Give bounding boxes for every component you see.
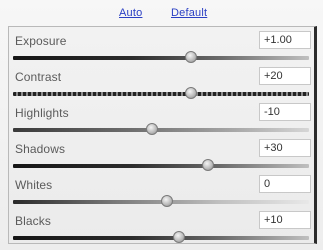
- whites-value-field[interactable]: 0: [259, 175, 311, 193]
- blacks-row: Blacks +10: [9, 209, 315, 245]
- exposure-value-field[interactable]: +1.00: [259, 31, 311, 49]
- shadows-value-field[interactable]: +30: [259, 139, 311, 157]
- preset-links: Auto Default: [0, 7, 323, 23]
- highlights-row: Highlights -10: [9, 101, 315, 137]
- contrast-row: Contrast +20: [9, 65, 315, 101]
- shadows-slider-track[interactable]: [13, 164, 309, 168]
- contrast-value-field[interactable]: +20: [259, 67, 311, 85]
- basic-adjustments-panel: Auto Default Exposure +1.00 Contrast +20…: [0, 0, 323, 250]
- contrast-slider-track[interactable]: [13, 92, 309, 96]
- whites-row: Whites 0: [9, 173, 315, 209]
- blacks-value-field[interactable]: +10: [259, 211, 311, 229]
- sliders-box: Exposure +1.00 Contrast +20 Highlights -…: [8, 26, 317, 244]
- exposure-slider-track[interactable]: [13, 56, 309, 60]
- blacks-label: Blacks: [15, 214, 51, 228]
- highlights-slider-thumb[interactable]: [146, 123, 159, 135]
- exposure-row: Exposure +1.00: [9, 29, 315, 65]
- blacks-slider-track[interactable]: [13, 236, 309, 240]
- highlights-slider-track[interactable]: [13, 128, 309, 132]
- whites-label: Whites: [15, 178, 53, 192]
- whites-slider-thumb[interactable]: [160, 195, 173, 207]
- exposure-label: Exposure: [15, 34, 67, 48]
- shadows-row: Shadows +30: [9, 137, 315, 173]
- highlights-label: Highlights: [15, 106, 69, 120]
- auto-link[interactable]: Auto: [119, 7, 142, 19]
- shadows-label: Shadows: [15, 142, 66, 156]
- exposure-slider-thumb[interactable]: [184, 51, 197, 63]
- contrast-slider-thumb[interactable]: [184, 87, 197, 99]
- shadows-slider-thumb[interactable]: [202, 159, 215, 171]
- blacks-slider-thumb[interactable]: [172, 231, 185, 243]
- contrast-label: Contrast: [15, 70, 62, 84]
- default-link[interactable]: Default: [171, 7, 207, 19]
- highlights-value-field[interactable]: -10: [259, 103, 311, 121]
